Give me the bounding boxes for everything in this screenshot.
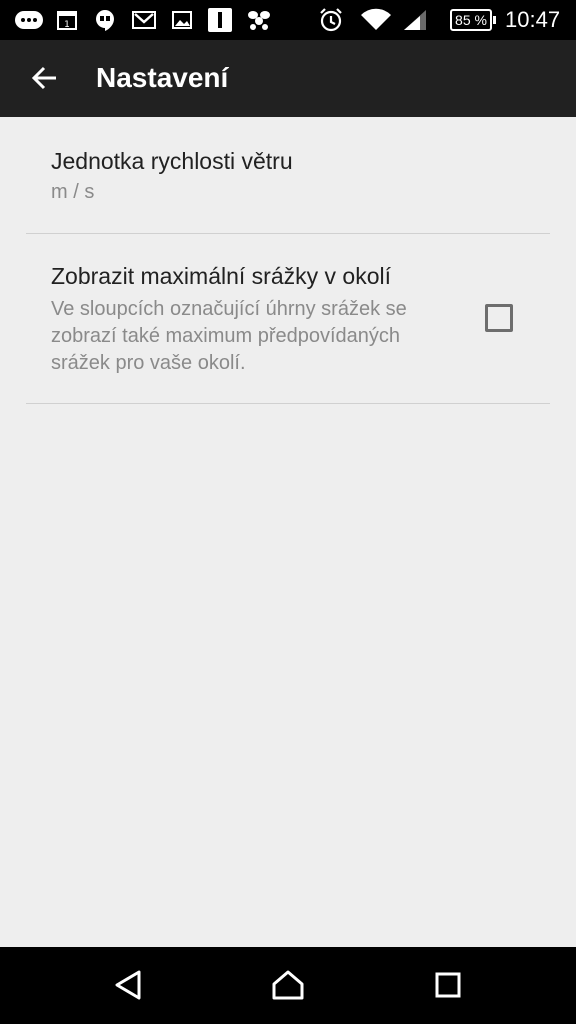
home-icon: [271, 969, 305, 1006]
alarm-icon: [318, 8, 344, 32]
app-notification-icon: [207, 8, 233, 32]
pref-show-max-precipitation[interactable]: Zobrazit maximální srážky v okolí Ve slo…: [26, 234, 550, 403]
pref-summary-line: srážek pro vaše okolí.: [51, 352, 246, 374]
bee-notification-icon: [246, 8, 272, 32]
triangle-back-icon: [113, 969, 143, 1006]
divider: [26, 403, 550, 404]
pref-summary-line: zobrazí také maximum předpovídaných: [51, 325, 401, 347]
chat-bubble-notification-icon: [14, 8, 44, 32]
hangouts-notification-icon: [94, 8, 116, 32]
app-bar: Nastavení: [0, 40, 576, 117]
pref-title: Jednotka rychlosti větru: [51, 148, 293, 174]
status-clock: 10:47: [505, 7, 561, 32]
svg-text:1: 1: [64, 20, 70, 30]
nav-back-button[interactable]: [106, 965, 150, 1009]
back-button[interactable]: [20, 56, 68, 104]
arrow-left-icon: [30, 64, 58, 97]
pref-summary: Ve sloupcích označující úhrny srážek se …: [51, 296, 407, 377]
status-bar: 1 85 % 10:47: [0, 0, 576, 40]
calendar-notification-icon: 1: [56, 8, 78, 32]
wifi-icon: [360, 8, 392, 32]
settings-list: Jednotka rychlosti větru m / s Zobrazit …: [0, 117, 576, 947]
page-title: Nastavení: [96, 62, 229, 93]
image-notification-icon: [171, 8, 193, 32]
nav-recents-button[interactable]: [426, 965, 470, 1009]
max-precipitation-checkbox[interactable]: [485, 304, 513, 332]
pref-summary-line: Ve sloupcích označující úhrny srážek se: [51, 298, 407, 320]
pref-title: Zobrazit maximální srážky v okolí: [51, 263, 391, 289]
pref-wind-speed-unit[interactable]: Jednotka rychlosti větru m / s: [26, 117, 550, 233]
pref-summary: m / s: [51, 181, 95, 203]
gmail-notification-icon: [132, 8, 156, 32]
cell-signal-icon: [402, 8, 428, 32]
navigation-bar: [0, 947, 576, 1024]
battery-indicator: 85 %: [450, 9, 496, 31]
square-recents-icon: [434, 971, 462, 1004]
nav-home-button[interactable]: [266, 965, 310, 1009]
